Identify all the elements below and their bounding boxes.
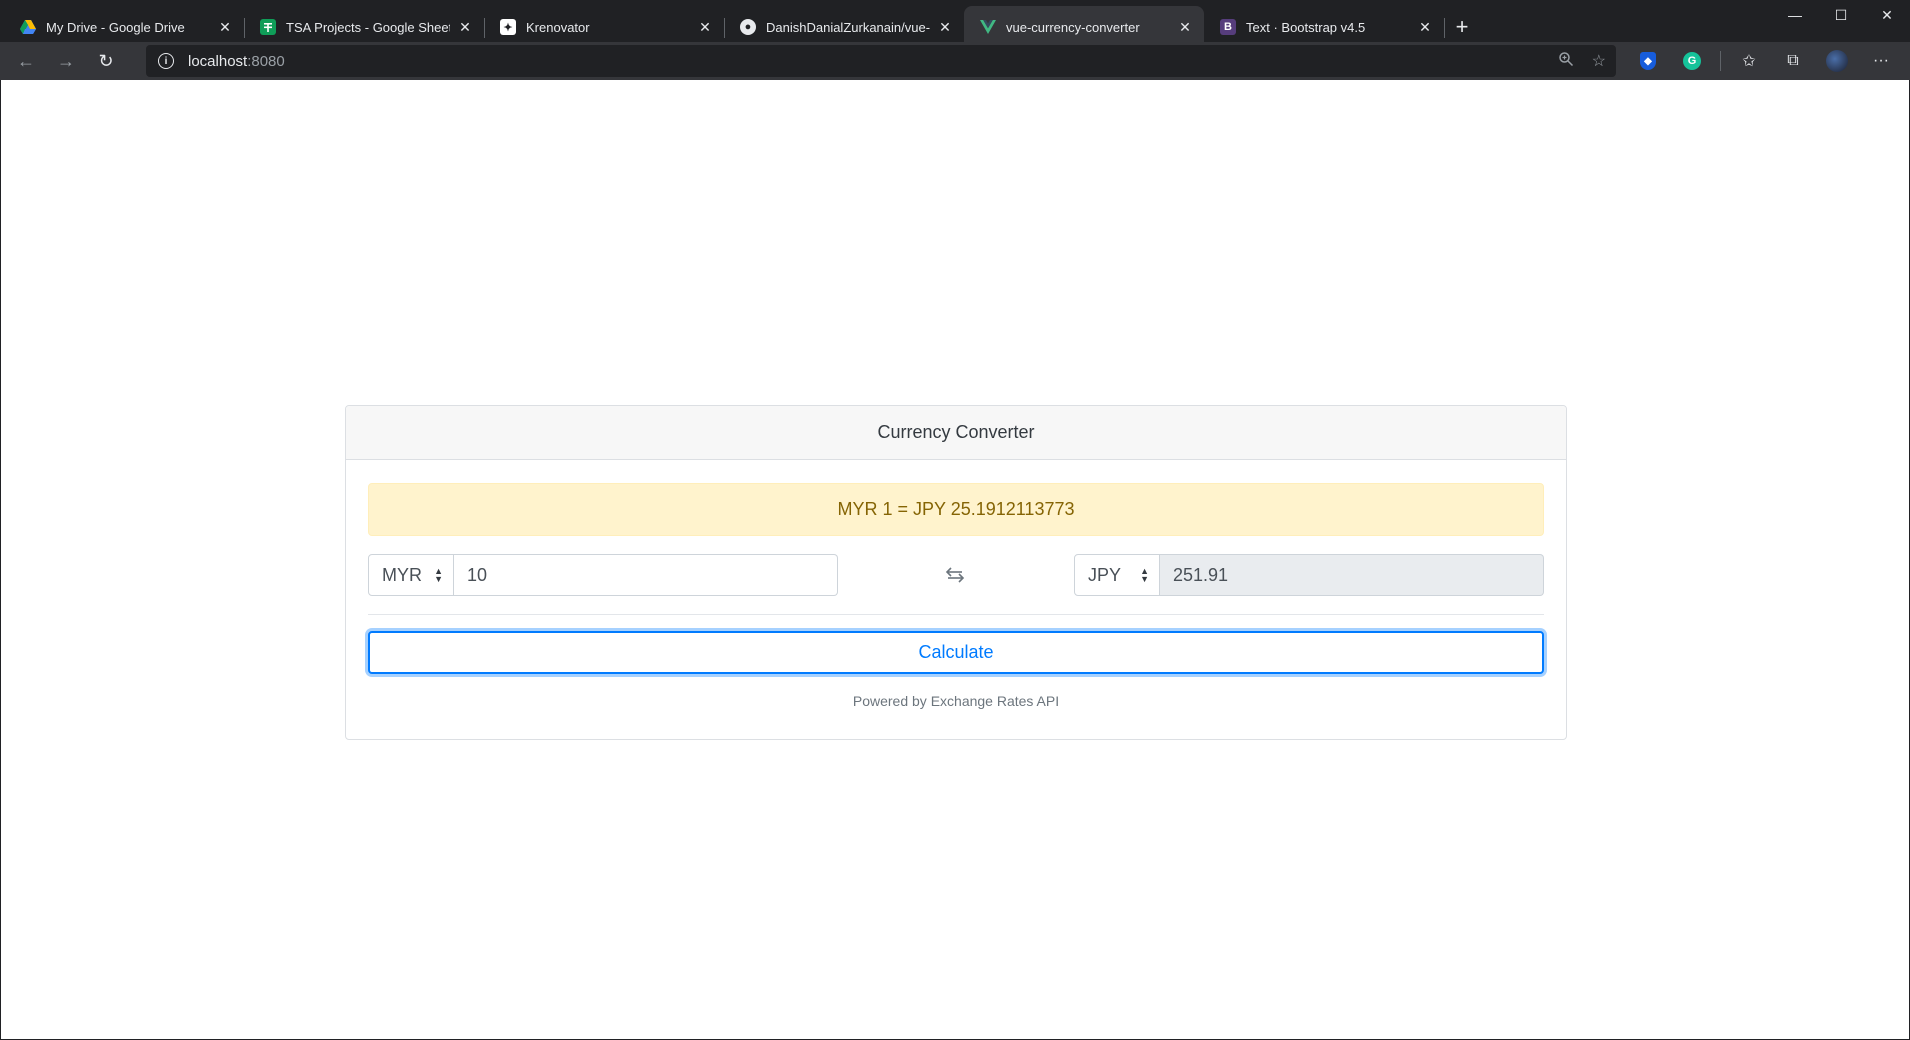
tab-title: My Drive - Google Drive xyxy=(46,19,185,35)
close-icon[interactable]: ✕ xyxy=(1416,18,1434,36)
vue-icon xyxy=(980,19,996,35)
arrow-left-icon: ← xyxy=(17,50,35,71)
avatar xyxy=(1826,50,1848,72)
divider xyxy=(368,614,1544,615)
minimize-button[interactable]: — xyxy=(1772,0,1818,30)
browser-toolbar: ← → ↻ i localhost:8080 ☆ ◆ G ✩ ⧉ ··· xyxy=(0,42,1910,80)
collections-button[interactable]: ⧉ xyxy=(1771,42,1815,80)
profile-button[interactable] xyxy=(1815,42,1859,80)
swap-currencies-button[interactable] xyxy=(939,559,971,591)
bitwarden-extension-button[interactable]: ◆ xyxy=(1626,42,1670,80)
grammarly-icon: G xyxy=(1683,52,1701,70)
github-icon: ● xyxy=(740,19,756,35)
grammarly-extension-button[interactable]: G xyxy=(1670,42,1714,80)
select-caret-icon: ▲ ▼ xyxy=(434,566,443,584)
favorites-icon: ✩ xyxy=(1742,53,1756,70)
to-amount-output: 251.91 xyxy=(1160,554,1544,596)
minimize-icon: — xyxy=(1788,7,1802,23)
close-icon[interactable]: ✕ xyxy=(1176,18,1194,36)
krenovator-icon: ✦ xyxy=(500,19,516,35)
close-icon[interactable]: ✕ xyxy=(216,18,234,36)
close-window-button[interactable]: ✕ xyxy=(1864,0,1910,30)
close-icon[interactable]: ✕ xyxy=(456,18,474,36)
close-icon: ✕ xyxy=(1881,6,1893,23)
to-currency-select[interactable]: JPY ▲ ▼ xyxy=(1074,554,1160,596)
from-currency-select[interactable]: MYR ▲ ▼ xyxy=(368,554,454,596)
tab-title: Text · Bootstrap v4.5 xyxy=(1246,19,1366,35)
window-controls: — ☐ ✕ xyxy=(1772,0,1910,30)
close-icon[interactable]: ✕ xyxy=(936,18,954,36)
close-icon[interactable]: ✕ xyxy=(696,18,714,36)
maximize-icon: ☐ xyxy=(1834,6,1848,23)
reload-button[interactable]: ↻ xyxy=(88,45,124,77)
tab-title: Krenovator xyxy=(526,19,590,35)
reload-icon: ↻ xyxy=(98,50,114,71)
google-sheets-icon xyxy=(260,19,276,35)
bitwarden-icon: ◆ xyxy=(1640,52,1656,70)
url-text: localhost:8080 xyxy=(188,52,285,70)
tab-title: DanishDanialZurkanain/vue-currency-conve… xyxy=(766,19,930,35)
arrow-right-icon: → xyxy=(57,50,75,71)
info-icon[interactable]: i xyxy=(158,53,174,69)
google-drive-icon xyxy=(20,19,36,35)
tab-title: vue-currency-converter xyxy=(1006,19,1140,35)
from-currency-group: MYR ▲ ▼ 10 xyxy=(368,554,838,596)
page-viewport: Currency Converter MYR 1 = JPY 25.191211… xyxy=(1,80,1909,1039)
from-amount-input[interactable]: 10 xyxy=(454,554,838,596)
exchange-rate-alert: MYR 1 = JPY 25.1912113773 xyxy=(368,483,1544,536)
converter-card: Currency Converter MYR 1 = JPY 25.191211… xyxy=(345,405,1567,740)
select-caret-icon: ▲ ▼ xyxy=(1140,566,1149,584)
to-currency-group: JPY ▲ ▼ 251.91 xyxy=(1074,554,1544,596)
address-bar[interactable]: i localhost:8080 ☆ xyxy=(146,45,1616,77)
settings-menu-button[interactable]: ··· xyxy=(1859,42,1903,80)
plus-icon: + xyxy=(1455,14,1469,39)
back-button[interactable]: ← xyxy=(8,45,44,77)
card-title: Currency Converter xyxy=(346,406,1566,460)
browser-title-bar: My Drive - Google Drive ✕ TSA Projects -… xyxy=(0,0,1910,48)
more-icon: ··· xyxy=(1873,52,1889,69)
maximize-button[interactable]: ☐ xyxy=(1818,0,1864,30)
favorites-button[interactable]: ✩ xyxy=(1727,42,1771,80)
tab-title: TSA Projects - Google Sheets xyxy=(286,19,450,35)
forward-button[interactable]: → xyxy=(48,45,84,77)
powered-by-footer: Powered by Exchange Rates API xyxy=(852,693,1060,709)
collections-icon: ⧉ xyxy=(1787,52,1799,69)
swap-arrows-icon xyxy=(945,567,965,583)
calculate-button[interactable]: Calculate xyxy=(368,631,1544,674)
zoom-icon[interactable] xyxy=(1558,51,1574,72)
bootstrap-icon: B xyxy=(1220,19,1236,35)
star-icon[interactable]: ☆ xyxy=(1592,51,1606,71)
